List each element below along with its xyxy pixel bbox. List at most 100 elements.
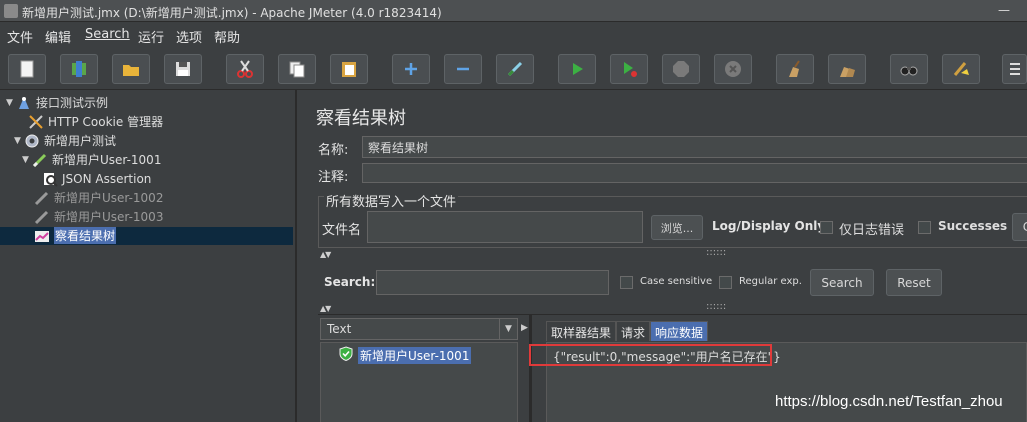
stop-button[interactable] — [662, 54, 700, 84]
expand-arrow-icon[interactable]: ▼ — [6, 98, 16, 108]
search-icon — [900, 66, 918, 76]
response-highlight-box — [529, 344, 772, 366]
shutdown-button[interactable] — [714, 54, 752, 84]
result-tabs: 取样器结果 请求 响应数据 — [546, 321, 709, 341]
success-shield-icon — [339, 346, 353, 364]
tree-item-sampler-1003[interactable]: 新增用户User-1003 — [34, 207, 163, 226]
start-no-pause-button[interactable] — [610, 54, 648, 84]
start-button[interactable] — [558, 54, 596, 84]
successes-checkbox[interactable] — [918, 221, 931, 234]
listener-panel: 察看结果树 名称: 察看结果树 注释: 所有数据写入一个文件 文件名 浏览...… — [302, 90, 1027, 422]
copy-button[interactable] — [278, 54, 316, 84]
list-item[interactable]: 新增用户User-1001 — [339, 346, 472, 364]
toggle-button[interactable] — [496, 54, 534, 84]
name-field[interactable]: 察看结果树 — [362, 136, 1027, 158]
app-icon — [4, 4, 18, 18]
tree-item-json-assertion[interactable]: JSON Assertion — [42, 169, 151, 188]
expand-arrow-icon[interactable]: ▼ — [22, 155, 32, 165]
paste-button[interactable] — [330, 54, 368, 84]
expand-button[interactable] — [392, 54, 430, 84]
templates-button[interactable] — [60, 54, 98, 84]
case-sensitive-checkbox[interactable] — [620, 276, 633, 289]
new-icon — [20, 60, 34, 78]
errors-label: 仅日志错误 — [839, 223, 905, 238]
test-plan-tree: ▼ 接口测试示例 HTTP Cookie 管理器 ▼ 新增用户测试 ▼ 新增用户… — [0, 90, 296, 422]
window-title: 新增用户测试.jmx (D:\新增用户测试.jmx) - Apache JMet… — [22, 6, 442, 20]
save-icon — [176, 62, 190, 76]
tree-item-sampler-1001[interactable]: ▼ 新增用户User-1001 — [22, 150, 161, 169]
tab-response-data[interactable]: 响应数据 — [650, 321, 709, 341]
title-bar: 新增用户测试.jmx (D:\新增用户测试.jmx) - Apache JMet… — [0, 0, 1027, 22]
expand-arrow-icon[interactable]: ▼ — [14, 136, 24, 146]
minimize-button[interactable]: — — [989, 2, 1019, 20]
tree-item-view-results-tree[interactable]: 察看结果树 — [34, 226, 117, 245]
tree-item-label: 察看结果树 — [54, 227, 117, 244]
menu-run[interactable]: 运行 — [138, 27, 164, 46]
listener-icon — [34, 228, 50, 244]
clear-all-button[interactable] — [828, 54, 866, 84]
tree-item-label: HTTP Cookie 管理器 — [48, 115, 164, 129]
regex-label: Regular exp. — [739, 276, 802, 287]
chevron-right-icon[interactable]: ▶ — [521, 323, 528, 333]
name-label: 名称: — [318, 143, 349, 158]
shutdown-icon — [725, 61, 741, 77]
clear-button[interactable] — [776, 54, 814, 84]
function-helper-icon — [1009, 63, 1020, 75]
tab-request[interactable]: 请求 — [616, 321, 651, 341]
tree-item-thread-group[interactable]: ▼ 新增用户测试 — [14, 131, 116, 150]
search-field[interactable] — [376, 270, 609, 295]
reset-search-button[interactable] — [942, 54, 980, 84]
regex-checkbox[interactable] — [719, 276, 732, 289]
cut-button[interactable] — [226, 54, 264, 84]
successes-label: Successes — [938, 219, 1008, 233]
collapse-icon — [457, 67, 469, 71]
sampler-icon — [34, 209, 50, 225]
tree-item-sampler-1002[interactable]: 新增用户User-1002 — [34, 188, 163, 207]
new-button[interactable] — [8, 54, 46, 84]
collapse-divider[interactable]: ▲▼ :::::: — [302, 247, 1027, 259]
configure-button[interactable]: C — [1012, 213, 1027, 241]
assertion-icon — [42, 171, 58, 187]
renderer-select[interactable]: Text ▼ — [320, 318, 518, 340]
comment-label: 注释: — [318, 170, 349, 185]
comment-field[interactable] — [362, 163, 1027, 183]
menu-help[interactable]: 帮助 — [214, 27, 240, 46]
divider-grip: :::::: — [706, 247, 727, 258]
tree-item-label: 新增用户测试 — [44, 134, 117, 148]
browse-button[interactable]: 浏览... — [651, 215, 703, 240]
menu-edit[interactable]: 编辑 — [45, 27, 71, 46]
chevron-down-icon[interactable]: ▼ — [499, 319, 517, 339]
write-to-file-legend: 所有数据写入一个文件 — [324, 191, 459, 210]
case-sensitive-label: Case sensitive — [640, 276, 713, 287]
paste-icon — [342, 62, 356, 77]
templates-icon — [72, 61, 86, 77]
tree-item-label: 新增用户User-1003 — [54, 210, 164, 224]
collapse-button[interactable] — [444, 54, 482, 84]
renderer-value: Text — [327, 322, 352, 336]
search-button[interactable] — [890, 54, 928, 84]
config-element-icon — [28, 114, 44, 130]
clear-icon — [789, 60, 800, 77]
collapse-divider-2[interactable]: ▲▼ :::::: — [302, 301, 1027, 313]
search-submit-button[interactable]: Search — [810, 269, 874, 296]
log-display-label: Log/Display Only: — [712, 219, 830, 233]
menu-search[interactable]: Search — [85, 27, 130, 42]
menu-options[interactable]: 选项 — [176, 27, 202, 46]
result-item-label: 新增用户User-1001 — [358, 346, 472, 364]
save-button[interactable] — [164, 54, 202, 84]
reset-search-icon — [953, 62, 969, 76]
stop-icon — [673, 61, 689, 77]
filename-field[interactable] — [367, 211, 643, 243]
reset-button[interactable]: Reset — [886, 269, 942, 296]
divider-grip: :::::: — [706, 301, 727, 312]
tree-item-label: JSON Assertion — [62, 171, 152, 186]
tree-item-cookie-manager[interactable]: HTTP Cookie 管理器 — [28, 112, 163, 131]
watermark: https://blog.csdn.net/Testfan_zhou — [775, 393, 1003, 410]
function-helper-button[interactable] — [1002, 54, 1027, 84]
menu-file[interactable]: 文件 — [7, 27, 33, 46]
errors-checkbox[interactable] — [820, 221, 833, 234]
tree-item-test-plan[interactable]: ▼ 接口测试示例 — [6, 93, 108, 112]
results-splitter[interactable] — [529, 315, 532, 422]
tab-sampler-result[interactable]: 取样器结果 — [546, 321, 617, 341]
open-button[interactable] — [112, 54, 150, 84]
